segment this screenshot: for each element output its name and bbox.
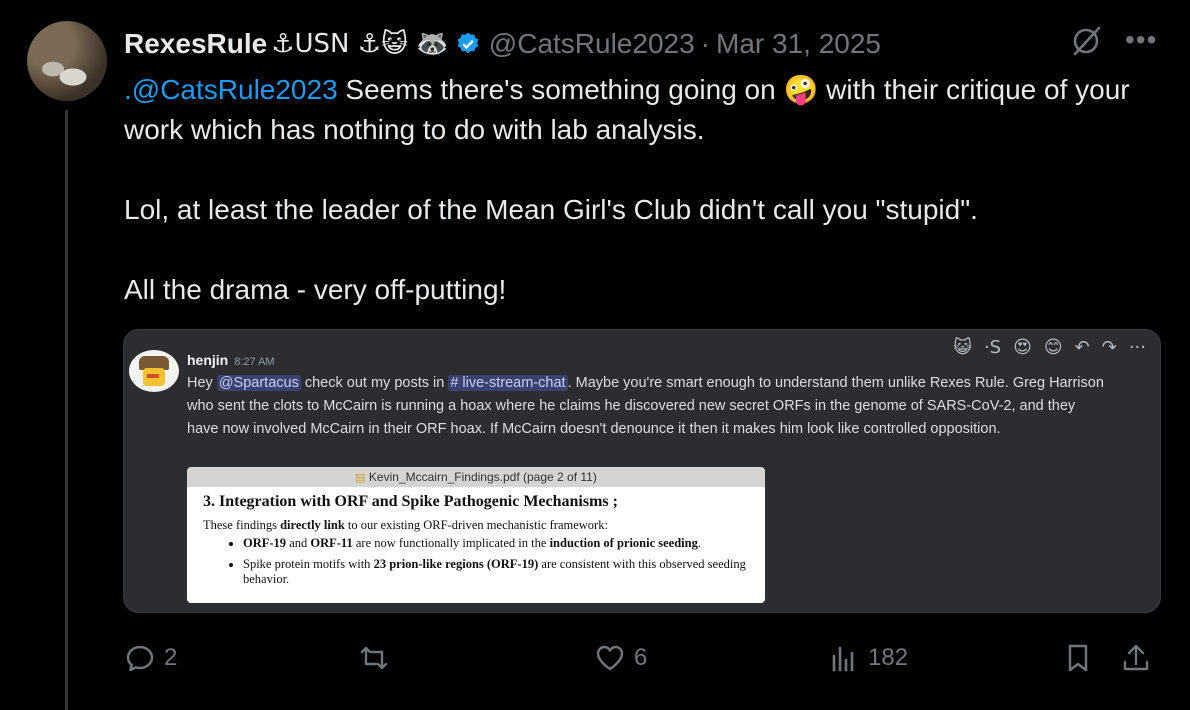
zany-face-emoji: 🤪 bbox=[783, 73, 819, 106]
reply-icon bbox=[126, 645, 154, 672]
discord-message: Hey @Spartacus check out my posts in # l… bbox=[187, 375, 1104, 437]
views-icon bbox=[832, 646, 854, 672]
like-count: 6 bbox=[634, 644, 648, 671]
discord-timestamp: 8:27 AM bbox=[234, 356, 275, 368]
pdf-bullet-1: ORF-19 and ORF-11 are now functionally i… bbox=[243, 536, 773, 551]
pdf-heading: 3. Integration with ORF and Spike Pathog… bbox=[203, 493, 618, 510]
reply-count: 2 bbox=[164, 644, 178, 671]
more-options-icon[interactable]: ••• bbox=[1125, 26, 1157, 54]
reaction-s-emoji: ·S bbox=[983, 336, 1002, 358]
author-name[interactable]: RexesRule bbox=[124, 28, 267, 60]
pdf-bullet-2: Spike protein motifs with 23 prion-like … bbox=[243, 557, 773, 587]
pdf-intro: These findings directly link to our exis… bbox=[203, 518, 608, 532]
discord-message-actions: 😺 ·S 😍 😊 ↶ ↷ ··· bbox=[953, 332, 1146, 362]
share-button[interactable] bbox=[1120, 640, 1152, 676]
reply-icon: ↶ bbox=[1074, 336, 1090, 358]
tweet-date[interactable]: Mar 31, 2025 bbox=[716, 28, 881, 60]
discord-user-mention: @Spartacus bbox=[216, 375, 301, 391]
reaction-cat-emoji: 😺 bbox=[953, 336, 972, 358]
forward-icon: ↷ bbox=[1101, 336, 1117, 358]
verified-badge-icon bbox=[457, 32, 479, 54]
separator-dot: · bbox=[700, 28, 710, 59]
discord-username: henjin 8:27 AM bbox=[187, 352, 275, 368]
attached-image[interactable]: 😺 ·S 😍 😊 ↶ ↷ ··· henjin 8:27 AM Hey @Spar… bbox=[123, 329, 1161, 613]
add-reaction-icon: 😊 bbox=[1043, 336, 1063, 358]
author-name-emojis: ⚓USN ⚓😺 🦝 bbox=[271, 29, 449, 59]
views-button[interactable]: 182 bbox=[828, 640, 908, 676]
pdf-page: 3. Integration with ORF and Spike Pathog… bbox=[187, 487, 765, 603]
tweet-text: .@CatsRule2023 Seems there's something g… bbox=[124, 70, 1174, 310]
thread-line bbox=[65, 110, 68, 710]
more-icon: ··· bbox=[1128, 336, 1146, 358]
pdf-bullets: ORF-19 and ORF-11 are now functionally i… bbox=[227, 536, 773, 593]
tweet-actions: 2 6 182 bbox=[124, 640, 1164, 680]
tweet-text-segment: Seems there's something going on bbox=[337, 74, 784, 105]
repost-button[interactable] bbox=[358, 640, 398, 676]
discord-channel-mention: # live-stream-chat bbox=[448, 375, 568, 391]
reply-button[interactable]: 2 bbox=[124, 640, 177, 676]
discord-avatar bbox=[129, 350, 179, 392]
share-icon bbox=[1123, 644, 1149, 671]
heart-icon bbox=[596, 645, 624, 671]
like-button[interactable]: 6 bbox=[594, 640, 647, 676]
tweet-paragraph-2: Lol, at least the leader of the Mean Gir… bbox=[124, 194, 978, 225]
author-handle[interactable]: @CatsRule2023 bbox=[489, 28, 695, 60]
tweet-header: RexesRule ⚓USN ⚓😺 🦝 @CatsRule2023 · Mar … bbox=[124, 22, 1190, 66]
bookmark-button[interactable] bbox=[1062, 640, 1094, 676]
reaction-heart-eyes-emoji: 😍 bbox=[1013, 336, 1032, 358]
tweet-mention[interactable]: .@CatsRule2023 bbox=[124, 74, 338, 105]
tweet-paragraph-3: All the drama - very off-putting! bbox=[124, 274, 507, 305]
author-avatar[interactable] bbox=[27, 21, 107, 101]
view-count: 182 bbox=[868, 644, 909, 671]
repost-icon bbox=[360, 646, 388, 670]
pdf-titlebar: ▤ Kevin_Mccairn_Findings.pdf (page 2 of … bbox=[187, 467, 765, 487]
bookmark-icon bbox=[1068, 644, 1088, 672]
tweet-paragraph-1: .@CatsRule2023 Seems there's something g… bbox=[124, 70, 1174, 150]
grok-icon[interactable] bbox=[1069, 24, 1103, 58]
